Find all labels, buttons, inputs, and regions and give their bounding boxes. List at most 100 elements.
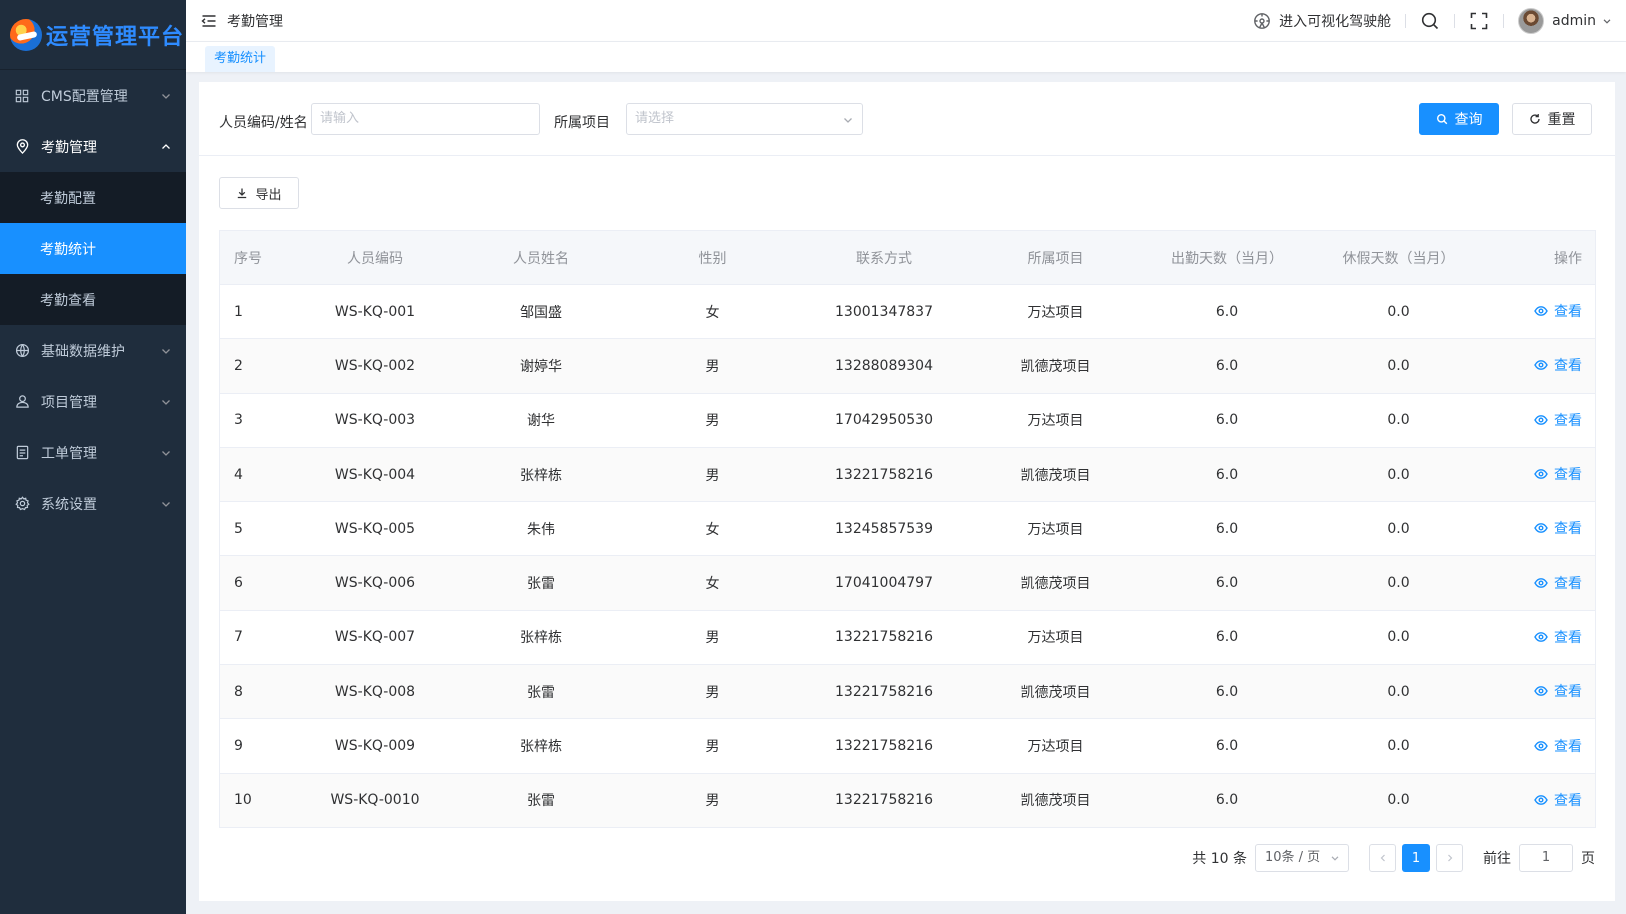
eye-icon — [1534, 793, 1548, 807]
cell-project: 万达项目 — [972, 393, 1139, 448]
cell-gender: 男 — [629, 610, 796, 666]
page-size-select[interactable]: 10条 / 页 — [1255, 844, 1349, 872]
prev-page-button[interactable] — [1369, 844, 1396, 872]
export-button[interactable]: 导出 — [219, 177, 299, 209]
cell-leave-days: 0.0 — [1315, 610, 1482, 666]
eye-icon — [1534, 630, 1548, 644]
view-button-label: 查看 — [1554, 738, 1582, 755]
table-row: 5 WS-KQ-005 朱伟女 13245857539 万达项目 6.0 0.0 查看 — [219, 501, 1596, 557]
cell-index: 2 — [219, 338, 298, 394]
cell-leave-days: 0.0 — [1315, 555, 1482, 611]
cell-attendance-days: 6.0 — [1138, 664, 1316, 720]
view-button[interactable]: 查看 — [1534, 518, 1582, 538]
cell-project: 万达项目 — [972, 501, 1139, 557]
sidebar-item-attendance-stats[interactable]: 考勤统计 — [0, 223, 186, 274]
chevron-down-icon[interactable] — [1602, 16, 1612, 26]
cell-actions: 查看 — [1481, 393, 1596, 448]
cell-project: 凯德茂项目 — [972, 664, 1139, 720]
sidebar-item-basic-data[interactable]: 基础数据维护 — [0, 325, 186, 376]
username[interactable]: admin — [1552, 13, 1596, 29]
fullscreen-icon[interactable] — [1469, 11, 1489, 31]
view-button[interactable]: 查看 — [1534, 681, 1582, 701]
table-row: 3 WS-KQ-003 谢华男 17042950530 万达项目 6.0 0.0 查看 — [219, 393, 1596, 448]
view-button-label: 查看 — [1554, 412, 1582, 429]
cell-actions: 查看 — [1481, 610, 1596, 666]
cell-leave-days: 0.0 — [1315, 284, 1482, 340]
view-button-label: 查看 — [1554, 575, 1582, 592]
table-row: 4 WS-KQ-004 张梓栋男 13221758216 凯德茂项目 6.0 0.0 查看 — [219, 447, 1596, 503]
project-select[interactable]: 请选择 — [626, 103, 863, 135]
view-button[interactable]: 查看 — [1534, 301, 1582, 321]
cell-gender: 男 — [629, 338, 796, 394]
cell-phone: 13221758216 — [795, 664, 973, 720]
view-button[interactable]: 查看 — [1534, 355, 1582, 375]
sidebar-item-label: 考勤管理 — [41, 139, 97, 156]
cell-attendance-days: 6.0 — [1138, 284, 1316, 340]
cell-actions: 查看 — [1481, 284, 1596, 340]
cell-gender: 男 — [629, 393, 796, 448]
cell-attendance-days: 6.0 — [1138, 447, 1316, 503]
cell-code: WS-KQ-007 — [297, 610, 453, 666]
cell-leave-days: 0.0 — [1315, 393, 1482, 448]
sidebar-item-cms[interactable]: CMS配置管理 — [0, 70, 186, 121]
cell-code: WS-KQ-004 — [297, 447, 453, 503]
cell-gender: 男 — [629, 447, 796, 503]
page-number-button[interactable]: 1 — [1402, 844, 1430, 872]
dashboard-icon — [1253, 12, 1271, 30]
person-search-input[interactable]: 请输入 — [311, 103, 540, 135]
divider — [1454, 13, 1456, 28]
column-header-name: 人员姓名 — [452, 230, 630, 285]
cell-name: 邹国盛 — [452, 284, 630, 340]
cell-leave-days: 0.0 — [1315, 338, 1482, 394]
cell-phone: 13221758216 — [795, 610, 973, 666]
cell-attendance-days: 6.0 — [1138, 555, 1316, 611]
cell-code: WS-KQ-008 — [297, 664, 453, 720]
goto-page-input[interactable]: 1 — [1519, 844, 1573, 872]
cockpit-link[interactable]: 进入可视化驾驶舱 — [1253, 11, 1391, 31]
query-button[interactable]: 查询 — [1419, 103, 1499, 135]
avatar[interactable] — [1518, 7, 1545, 34]
project-select-placeholder: 请选择 — [635, 111, 675, 126]
view-button[interactable]: 查看 — [1534, 627, 1582, 647]
chevron-left-icon — [1380, 854, 1385, 862]
sidebar-item-settings[interactable]: 系统设置 — [0, 478, 186, 529]
view-button[interactable]: 查看 — [1534, 410, 1582, 430]
cell-project: 凯德茂项目 — [972, 555, 1139, 611]
cell-project: 凯德茂项目 — [972, 447, 1139, 503]
view-button[interactable]: 查看 — [1534, 464, 1582, 484]
cell-index: 9 — [219, 718, 298, 774]
document-icon — [14, 445, 30, 461]
cell-phone: 17041004797 — [795, 555, 973, 611]
sidebar-item-projects[interactable]: 项目管理 — [0, 376, 186, 427]
column-header-project: 所属项目 — [972, 230, 1139, 285]
attendance-table: 序号 人员编码 人员姓名 性别 联系方式 所属项目 出勤天数（当月） 休假天数（当月） 操作 1… — [219, 230, 1596, 828]
search-icon — [1436, 113, 1448, 125]
view-button-label: 查看 — [1554, 304, 1582, 321]
sidebar-item-attendance-view[interactable]: 考勤查看 — [0, 274, 186, 325]
cell-project: 万达项目 — [972, 284, 1139, 340]
search-icon[interactable] — [1420, 11, 1440, 31]
view-button[interactable]: 查看 — [1534, 790, 1582, 810]
sidebar-item-label: 工单管理 — [41, 445, 97, 462]
sidebar-item-work-orders[interactable]: 工单管理 — [0, 427, 186, 478]
attendance-submenu: 考勤配置 考勤统计 考勤查看 — [0, 172, 186, 325]
eye-icon — [1534, 467, 1548, 481]
sidebar-item-attendance[interactable]: 考勤管理 — [0, 121, 186, 172]
person-filter-label: 人员编码/姓名 — [219, 115, 308, 131]
table-row: 9 WS-KQ-009 张梓栋男 13221758216 万达项目 6.0 0.0 查看 — [219, 718, 1596, 774]
reset-button[interactable]: 重置 — [1512, 103, 1592, 135]
table-header: 序号 人员编码 人员姓名 性别 联系方式 所属项目 出勤天数（当月） 休假天数（当月） 操作 — [219, 230, 1596, 285]
view-button[interactable]: 查看 — [1534, 736, 1582, 756]
cell-actions: 查看 — [1481, 718, 1596, 774]
cell-code: WS-KQ-009 — [297, 718, 453, 774]
menu-fold-icon[interactable] — [201, 13, 217, 29]
next-page-button[interactable] — [1436, 844, 1463, 872]
tag-attendance-stats[interactable]: 考勤统计 — [205, 46, 276, 72]
view-button[interactable]: 查看 — [1534, 573, 1582, 593]
sidebar-item-attendance-config[interactable]: 考勤配置 — [0, 172, 186, 223]
cell-actions: 查看 — [1481, 338, 1596, 394]
chevron-up-icon — [160, 141, 172, 153]
chevron-down-icon — [160, 447, 172, 459]
column-header-index: 序号 — [219, 230, 298, 285]
cockpit-link-label: 进入可视化驾驶舱 — [1279, 13, 1392, 30]
